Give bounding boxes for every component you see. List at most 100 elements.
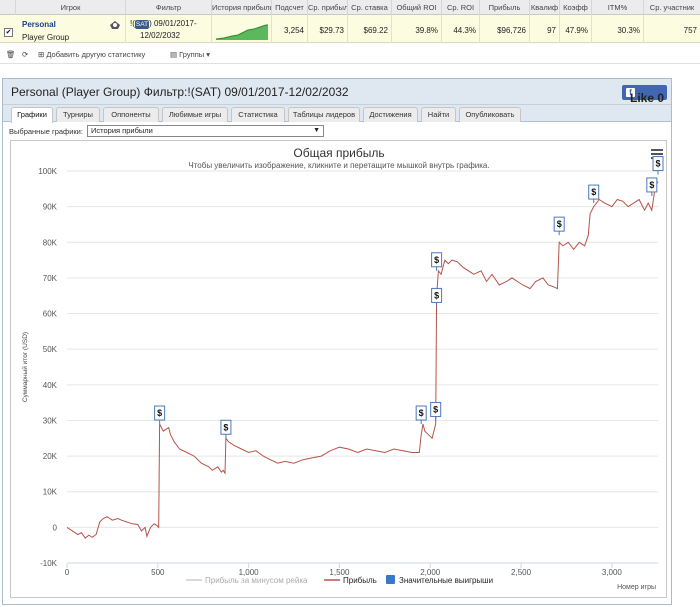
like-label: Like 0 [630,91,665,105]
legend-bigwins-swatch [386,575,395,584]
big-win-dollar-icon: $ [557,219,562,229]
player-group-icon [110,21,120,29]
itm-value: 30.3% [592,15,644,43]
profit-chart[interactable]: Общая прибыльЧтобы увеличить изображение… [11,141,668,599]
big-win-dollar-icon: $ [434,255,439,265]
chevron-down-icon: ▾ [204,50,211,59]
chart-title: Общая прибыль [293,146,384,160]
header-avg-buyin[interactable]: Ср. ставка [348,0,392,15]
table-toolbar: 🗑 ⟳ ⊞ Добавить другую статистику ▤ Групп… [0,46,700,64]
y-tick-label: 90K [43,203,58,212]
profit-history-cell [212,15,272,43]
avg-buyin-value: $69.22 [348,15,392,43]
header-avg-profit[interactable]: Ср. прибыль [308,0,348,15]
chart-subtitle: Чтобы увеличить изображение, кликните и … [188,161,489,170]
header-count[interactable]: Подсчет [272,0,308,15]
add-stat-button[interactable]: ⊞ Добавить другую статистику [38,50,145,59]
groups-dropdown[interactable]: ▤ Группы ▾ [170,50,210,59]
header-player[interactable]: Игрок [16,0,126,15]
player-name-link[interactable]: Personal [22,20,56,29]
x-tick-label: 2,500 [511,568,532,577]
y-tick-label: 70K [43,274,58,283]
profit-history-sparkline [215,24,268,40]
legend-bigwins-label: Значительные выигрыши [399,576,493,585]
filter-date-start: ) 09/01/2017- [149,19,197,28]
header-qualify[interactable]: Квалиф [530,0,560,15]
tab-statistics[interactable]: Статистика [231,107,285,122]
filter-cell: !(SAT) 09/01/2017- 12/02/2032 [126,15,212,43]
x-tick-label: 3,000 [602,568,623,577]
y-tick-label: 10K [43,488,58,497]
profit-value: $96,726 [480,15,530,43]
y-axis-title: Суммарный итог (USD) [21,332,29,402]
x-tick-label: 500 [151,568,165,577]
panel-title-bar: Personal (Player Group) Фильтр:!(SAT) 09… [3,79,671,105]
x-tick-label: 0 [65,568,70,577]
avg-roi-value: 44.3% [442,15,480,43]
header-ratio[interactable]: Коэфф [560,0,592,15]
tab-leaderboards[interactable]: Таблицы лидеров [288,107,360,122]
avg-participants-value: 757 [683,26,697,35]
filter-date-end: 12/02/2032 [140,31,181,40]
y-tick-label: 20K [43,452,58,461]
legend-rake-label: Прибыль за минусом рейка [205,576,308,585]
big-win-dollar-icon: $ [433,404,438,414]
y-tick-label: 60K [43,310,58,319]
big-win-dollar-icon: $ [591,187,596,197]
header-profit[interactable]: Прибыль [480,0,530,15]
chart-container[interactable]: Общая прибыль Чтобы увеличить изображение… [10,140,667,598]
big-win-dollar-icon: $ [655,159,660,169]
big-win-dollar-icon: $ [649,180,654,190]
table-row[interactable]: ✔ Personal Player Group !(SAT) 09/01/201… [0,15,700,43]
big-win-dollar-icon: $ [157,408,162,418]
header-checkbox-cell [0,0,16,15]
qualify-value: 97 [530,15,560,43]
x-axis-title: Номер игры [617,584,656,591]
facebook-like-button[interactable]: f Like 0 [622,85,667,105]
big-win-dollar-icon: $ [434,290,439,300]
tab-tournaments[interactable]: Турниры [56,107,100,122]
y-tick-label: 40K [43,381,58,390]
header-filter[interactable]: Фильтр [126,0,212,15]
groups-label: Группы [179,50,205,59]
charts-select-label: Выбранные графики: [9,127,83,136]
tab-charts[interactable]: Графики [11,107,53,123]
big-win-dollar-icon: $ [223,422,228,432]
header-profit-history[interactable]: История прибыли [212,0,272,15]
header-itm[interactable]: ITM% [592,0,644,15]
y-tick-label: 0 [53,523,58,532]
y-tick-label: 30K [43,416,58,425]
header-total-roi[interactable]: Общий ROI [392,0,442,15]
big-win-dollar-icon: $ [419,408,424,418]
tab-favorite-games[interactable]: Любимые игры [162,107,228,122]
row-checkbox[interactable]: ✔ [4,28,13,37]
y-tick-label: -10K [40,559,58,568]
tab-bar: Графики Турниры Оппоненты Любимые игры С… [3,105,671,123]
tab-find[interactable]: Найти [421,107,456,122]
tab-opponents[interactable]: Оппоненты [103,107,159,122]
player-group: Player Group [22,33,70,42]
player-cell: Personal Player Group [16,15,126,43]
refresh-icon[interactable]: ⟳ [22,50,28,59]
y-tick-label: 80K [43,238,58,247]
header-avg-roi[interactable]: Ср. ROI [442,0,480,15]
tab-achievements[interactable]: Достижения [363,107,418,122]
add-stat-label: Добавить другую статистику [46,50,146,59]
total-roi-value: 39.8% [392,15,442,43]
y-tick-label: 50K [43,345,58,354]
filter-badge: SAT [134,20,150,29]
player-panel: Personal (Player Group) Фильтр:!(SAT) 09… [2,78,672,605]
y-tick-label: 100K [38,167,57,176]
avg-profit-value: $29.73 [308,15,348,43]
table-header: Игрок Фильтр История прибыли Подсчет Ср.… [0,0,700,15]
charts-select[interactable]: История прибыли ▼ [87,125,324,137]
header-avg-participants[interactable]: Ср. участник [644,0,700,15]
ratio-value: 47.9% [560,15,592,43]
panel-title: Personal (Player Group) Фильтр:!(SAT) 09… [11,85,349,99]
profit-series-line [66,181,659,539]
chevron-down-icon: ▼ [313,127,320,134]
charts-select-value: История прибыли [91,126,153,135]
tab-publish[interactable]: Опубликовать [459,107,521,122]
delete-icon[interactable]: 🗑 [6,50,16,59]
legend-profit-label: Прибыль [343,576,377,585]
